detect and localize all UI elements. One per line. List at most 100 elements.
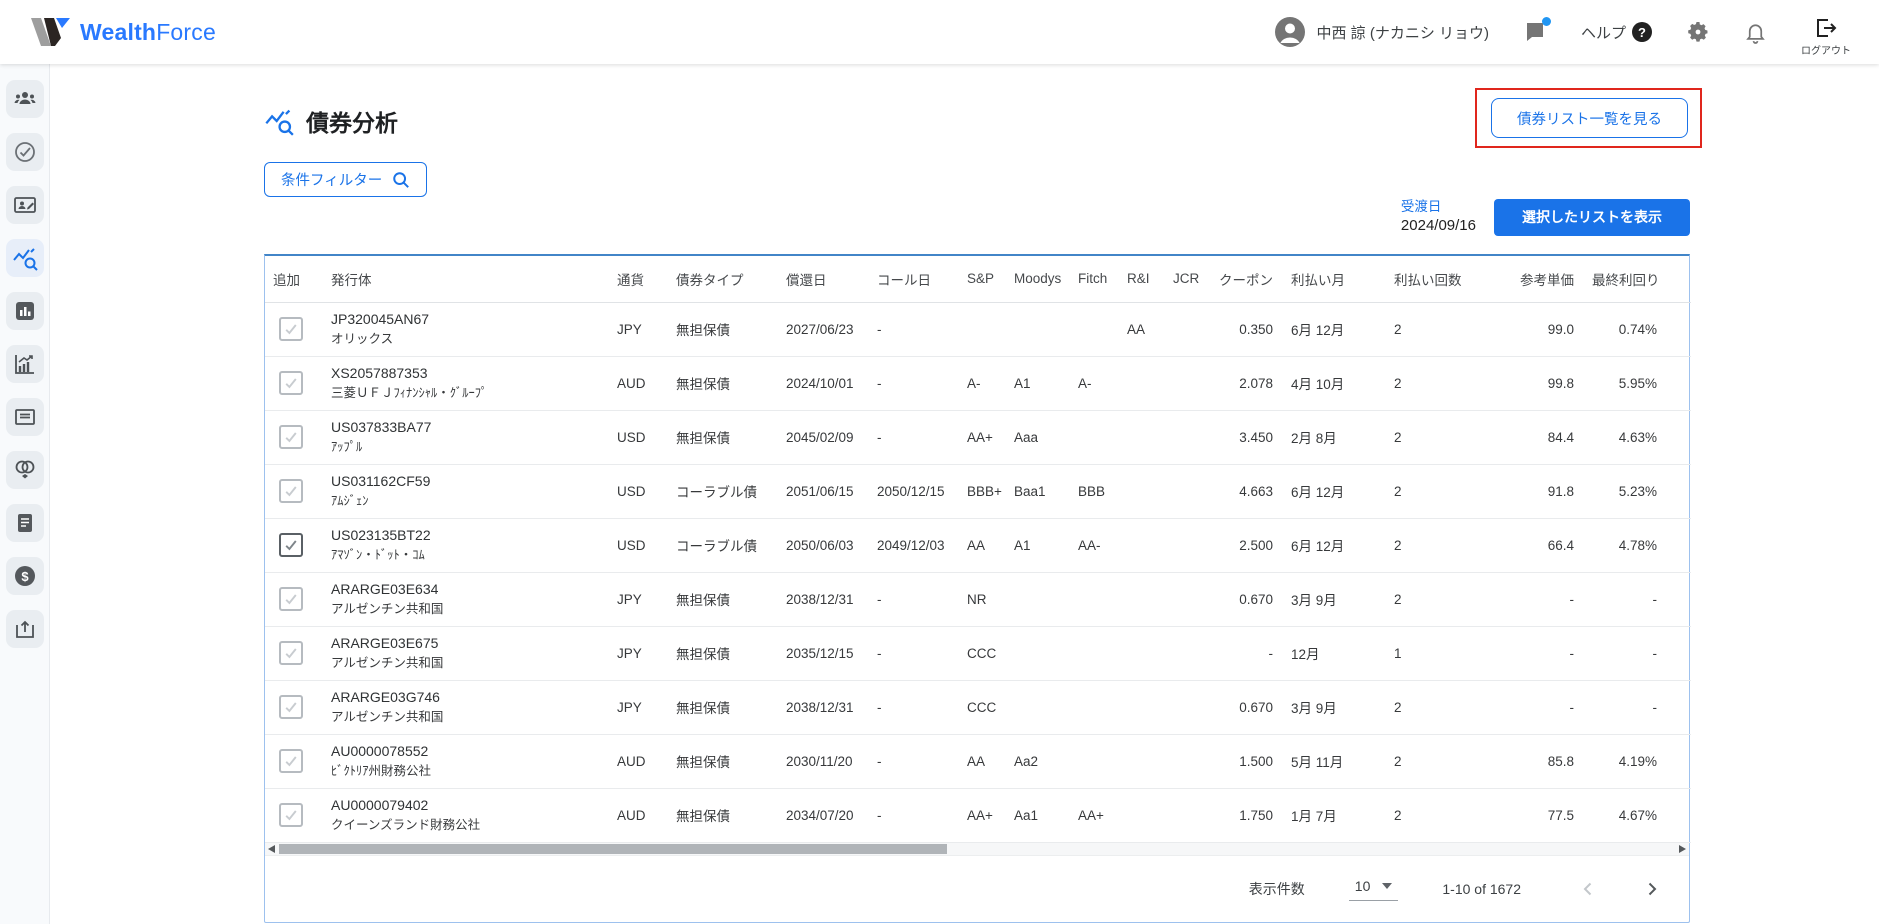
row-checkbox[interactable] bbox=[279, 533, 303, 557]
cell-fitch bbox=[1070, 626, 1119, 681]
cell-interest_months: 2月 8月 bbox=[1283, 410, 1386, 465]
issuer-code: AU0000079402 bbox=[331, 797, 429, 814]
logout-label: ログアウト bbox=[1801, 45, 1851, 57]
cell-currency: USD bbox=[609, 410, 668, 465]
sidebar-item-performance[interactable] bbox=[5, 345, 44, 383]
logout-button[interactable]: ログアウト bbox=[1801, 16, 1851, 57]
horizontal-scrollbar bbox=[265, 842, 1689, 856]
cell-sp bbox=[959, 302, 1006, 357]
table-row: ARARGE03G746 アルゼンチン共和国 JPY 無担保債 2038/12/31- C… bbox=[265, 680, 1691, 735]
row-checkbox[interactable] bbox=[279, 749, 303, 773]
sidebar-item-tasks[interactable] bbox=[5, 133, 44, 171]
growth-chart-icon bbox=[14, 355, 34, 374]
sidebar-item-statements[interactable] bbox=[5, 398, 44, 436]
cell-add bbox=[265, 518, 323, 573]
cell-issuer: JP320045AN67 オリックス bbox=[323, 302, 609, 357]
next-page-button[interactable] bbox=[1643, 880, 1661, 898]
sidebar-item-contact-edit[interactable] bbox=[5, 186, 44, 224]
cell-interest_months: 3月 9月 bbox=[1283, 572, 1386, 627]
cell-coupon: - bbox=[1211, 626, 1283, 681]
cell-maturity: 2050/06/03 bbox=[778, 518, 869, 573]
cell-jcr bbox=[1165, 734, 1211, 789]
cell-jcr bbox=[1165, 518, 1211, 573]
logout-icon bbox=[1817, 18, 1837, 37]
cell-interest_freq: 2 bbox=[1386, 680, 1490, 735]
rows-per-page-value: 10 bbox=[1354, 878, 1371, 894]
row-checkbox[interactable] bbox=[279, 479, 303, 503]
cell-coupon: 4.663 bbox=[1211, 464, 1283, 519]
issuer-name: 三菱ＵＦＪﾌｨﾅﾝｼｬﾙ・ｸﾞﾙｰﾌﾟ bbox=[331, 386, 488, 401]
column-header: JCR bbox=[1165, 256, 1211, 303]
cell-add bbox=[265, 302, 323, 357]
bar-chart-icon bbox=[15, 302, 34, 320]
cell-interest_freq: 2 bbox=[1386, 518, 1490, 573]
row-checkbox[interactable] bbox=[279, 641, 303, 665]
sidebar-item-notes[interactable] bbox=[5, 504, 44, 542]
view-bond-list-button[interactable]: 債券リスト一覧を見る bbox=[1491, 98, 1688, 138]
row-checkbox[interactable] bbox=[279, 695, 303, 719]
scroll-left-arrow-icon[interactable] bbox=[268, 844, 275, 853]
cell-moodys: Baa1 bbox=[1006, 464, 1070, 519]
table-row: ARARGE03E675 アルゼンチン共和国 JPY 無担保債 2035/12/15- C… bbox=[265, 626, 1691, 681]
help-button[interactable]: ヘルプ ? bbox=[1581, 22, 1652, 43]
cell-type: 無担保債 bbox=[668, 734, 778, 789]
table-row: US023135BT22 ｱﾏｿﾞﾝ・ﾄﾞｯﾄ・ｺﾑ USD コーラブル債 2050/0… bbox=[265, 518, 1691, 573]
user-name: 中西 諒 (ナカニシ リョウ) bbox=[1316, 24, 1489, 42]
column-header: 参考単価 bbox=[1490, 256, 1584, 303]
notifications-button[interactable] bbox=[1744, 20, 1767, 44]
bond-analysis-icon bbox=[12, 248, 38, 271]
cell-call_date: - bbox=[869, 572, 959, 627]
issuer-code: ARARGE03G746 bbox=[331, 689, 440, 706]
cell-moodys bbox=[1006, 626, 1070, 681]
cell-coupon: 2.500 bbox=[1211, 518, 1283, 573]
sidebar-item-customers[interactable] bbox=[5, 80, 44, 118]
cell-fitch bbox=[1070, 410, 1119, 465]
cell-interest_freq: 1 bbox=[1386, 626, 1490, 681]
pagination-range: 1-10 of 1672 bbox=[1442, 880, 1521, 897]
cell-coupon: 0.350 bbox=[1211, 302, 1283, 357]
show-selected-list-button[interactable]: 選択したリストを表示 bbox=[1494, 198, 1690, 236]
checkmark-icon bbox=[285, 756, 297, 767]
document-icon bbox=[17, 514, 32, 532]
cell-fitch bbox=[1070, 734, 1119, 789]
messages-button[interactable] bbox=[1523, 17, 1551, 44]
row-checkbox[interactable] bbox=[279, 317, 303, 341]
settings-button[interactable] bbox=[1686, 20, 1710, 44]
cell-ytm: 5.23% bbox=[1584, 464, 1691, 519]
issuer-name: ｱﾑｼﾞｪﾝ bbox=[331, 494, 369, 509]
previous-page-button[interactable] bbox=[1579, 880, 1597, 898]
table-row: XS2057887353 三菱ＵＦＪﾌｨﾅﾝｼｬﾙ・ｸﾞﾙｰﾌﾟ AUD 無担保債 20… bbox=[265, 356, 1691, 411]
cell-type: 無担保債 bbox=[668, 788, 778, 843]
scroll-right-arrow-icon[interactable] bbox=[1679, 844, 1686, 853]
column-header: 償還日 bbox=[778, 256, 869, 303]
cell-ref_price: 85.8 bbox=[1490, 734, 1584, 789]
issuer-name: クイーンズランド財務公社 bbox=[331, 818, 481, 833]
sidebar-item-bond-analysis[interactable] bbox=[5, 239, 44, 277]
cell-sp: CCC bbox=[959, 680, 1006, 735]
sidebar-item-export[interactable] bbox=[5, 610, 44, 648]
cell-currency: JPY bbox=[609, 572, 668, 627]
issuer-name: ｱｯﾌﾟﾙ bbox=[331, 440, 363, 455]
cell-coupon: 3.450 bbox=[1211, 410, 1283, 465]
cell-coupon: 2.078 bbox=[1211, 356, 1283, 411]
rows-per-page-select[interactable]: 10 bbox=[1348, 876, 1399, 901]
row-checkbox[interactable] bbox=[279, 587, 303, 611]
row-checkbox[interactable] bbox=[279, 371, 303, 395]
cell-ri bbox=[1119, 572, 1165, 627]
search-icon bbox=[393, 171, 410, 188]
cell-interest_months: 6月 12月 bbox=[1283, 464, 1386, 519]
cell-ri bbox=[1119, 680, 1165, 735]
cell-add bbox=[265, 788, 323, 843]
avatar-icon[interactable] bbox=[1274, 16, 1306, 48]
scrollbar-thumb[interactable] bbox=[279, 843, 947, 854]
sidebar-item-matching[interactable] bbox=[5, 451, 44, 489]
filter-button[interactable]: 条件フィルター bbox=[264, 162, 428, 197]
sidebar-item-reports[interactable] bbox=[5, 292, 44, 330]
column-header: 最終利回り bbox=[1584, 256, 1691, 303]
row-checkbox[interactable] bbox=[279, 425, 303, 449]
column-header: 債券タイプ bbox=[668, 256, 778, 303]
row-checkbox[interactable] bbox=[279, 803, 303, 827]
top-header: WealthForce 中西 諒 (ナカニシ リョウ) ヘルプ ? ログアウト bbox=[0, 0, 1879, 64]
checkmark-icon bbox=[285, 486, 297, 497]
sidebar-item-fees[interactable]: $ bbox=[5, 557, 44, 595]
